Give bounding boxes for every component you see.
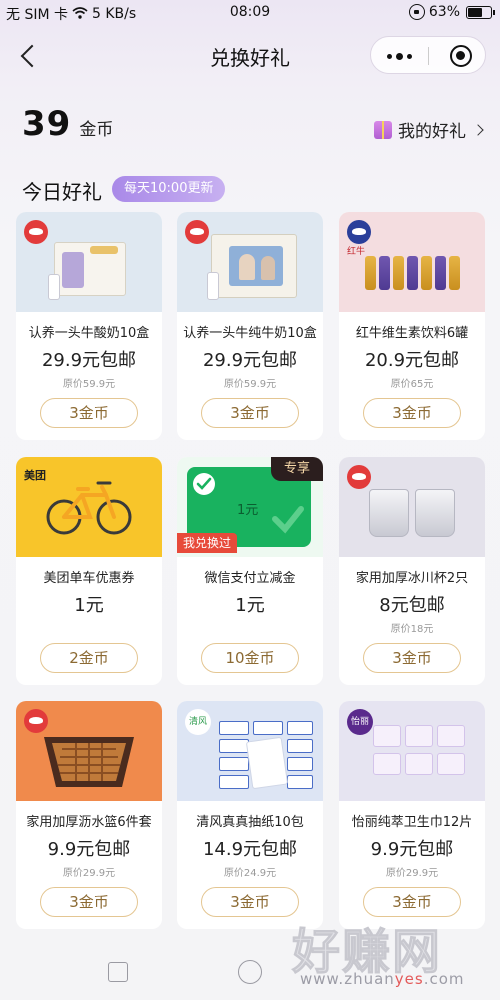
my-gifts-label: 我的好礼 — [398, 122, 466, 142]
product-image — [339, 457, 485, 557]
product-card[interactable]: 1元 专享 我兑换过 微信支付立减金 1元 10金币 — [177, 457, 323, 685]
nav-bar: 兑换好礼 — [0, 32, 500, 80]
brand-logo-icon — [24, 220, 48, 244]
product-price: 8元包邮 — [379, 595, 445, 616]
redeem-button[interactable]: 3金币 — [363, 643, 461, 673]
redbull-logo-text: 红牛 — [347, 247, 366, 257]
product-price: 9.9元包邮 — [370, 839, 454, 860]
product-original-price: 原价65元 — [390, 379, 434, 390]
exchanged-tag: 我兑换过 — [177, 533, 238, 553]
product-image — [16, 701, 162, 801]
product-image: 红牛 — [339, 212, 485, 312]
voucher-amount: 1元 — [237, 503, 259, 518]
home-button-icon[interactable] — [238, 960, 262, 984]
brand-logo-icon — [347, 465, 371, 489]
redeem-button[interactable]: 3金币 — [40, 887, 138, 917]
battery-percent: 63% — [428, 4, 460, 20]
exclusive-tag: 专享 — [271, 457, 323, 481]
battery-icon — [466, 5, 495, 19]
product-original-price: 原价59.9元 — [223, 379, 277, 390]
miniapp-capsule — [370, 36, 486, 74]
target-circle-icon[interactable] — [450, 45, 472, 67]
watermark-url-suffix: .com — [423, 970, 465, 988]
redeem-button[interactable]: 3金币 — [363, 398, 461, 428]
product-price: 29.9元包邮 — [202, 350, 298, 371]
redeem-button[interactable]: 3金币 — [40, 398, 138, 428]
coin-unit: 金币 — [79, 120, 114, 140]
brand-logo-icon — [185, 220, 209, 244]
basket-icon — [44, 737, 134, 787]
redeem-button[interactable]: 3金币 — [201, 398, 299, 428]
product-name: 美团单车优惠券 — [43, 571, 135, 586]
whisper-logo: 怡丽 — [347, 709, 373, 735]
product-name: 红牛维生素饮料6罐 — [355, 326, 469, 341]
capsule-divider — [428, 47, 429, 65]
product-name: 认养一头牛纯牛奶10盒 — [183, 326, 317, 341]
product-card[interactable]: 认养一头牛酸奶10盒 29.9元包邮 原价59.9元 3金币 — [16, 212, 162, 440]
recent-apps-icon[interactable] — [108, 962, 128, 982]
brand-logo-icon — [347, 220, 371, 244]
product-image: 1元 专享 我兑换过 — [177, 457, 323, 557]
section-title: 今日好礼 — [22, 180, 102, 204]
product-original-price: 原价29.9元 — [385, 868, 439, 879]
product-image — [16, 212, 162, 312]
product-image: 清风 — [177, 701, 323, 801]
product-image: 怡丽 — [339, 701, 485, 801]
product-image — [177, 212, 323, 312]
product-card[interactable]: 认养一头牛纯牛奶10盒 29.9元包邮 原价59.9元 3金币 — [177, 212, 323, 440]
product-name: 清风真真抽纸10包 — [196, 815, 304, 830]
bicycle-icon — [46, 481, 132, 535]
product-image: 美团 — [16, 457, 162, 557]
product-price: 1元 — [235, 595, 265, 616]
product-price: 14.9元包邮 — [202, 839, 298, 860]
product-original-price: 原价29.9元 — [62, 868, 116, 879]
coin-amount: 39 — [22, 104, 72, 144]
redeem-button[interactable]: 10金币 — [201, 643, 299, 673]
product-name: 家用加厚沥水篮6件套 — [26, 815, 152, 830]
chevron-right-icon — [472, 123, 484, 136]
product-card[interactable]: 家用加厚沥水篮6件套 9.9元包邮 原价29.9元 3金币 — [16, 701, 162, 929]
status-right: 63% — [408, 4, 495, 20]
product-name: 怡丽纯萃卫生巾12片 — [351, 815, 473, 830]
product-price: 29.9元包邮 — [41, 350, 137, 371]
product-name: 家用加厚冰川杯2只 — [355, 571, 469, 586]
watermark-url: www.zhuanyes.com — [300, 970, 465, 988]
qingfeng-logo: 清风 — [185, 709, 211, 735]
product-price: 20.9元包邮 — [364, 350, 460, 371]
rotation-lock-icon — [408, 4, 425, 20]
status-bar: 无 SIM 卡 5 KB/s 08:09 63% — [0, 0, 500, 26]
product-card[interactable]: 红牛 红牛维生素饮料6罐 20.9元包邮 原价65元 3金币 — [339, 212, 485, 440]
product-price: 1元 — [74, 595, 104, 616]
product-original-price: 原价24.9元 — [223, 868, 277, 879]
product-card[interactable]: 美团 美团单车优惠券 1元 2金币 — [16, 457, 162, 685]
gift-icon — [374, 120, 392, 139]
product-name: 认养一头牛酸奶10盒 — [28, 326, 150, 341]
watermark-url-highlight: yes — [394, 970, 424, 988]
product-card[interactable]: 清风 清风真真抽纸10包 14.9元包邮 原价24.9元 3金币 — [177, 701, 323, 929]
update-badge: 每天10:00更新 — [112, 176, 226, 202]
more-dots-icon[interactable] — [385, 48, 415, 64]
coin-balance: 39 金币 — [22, 104, 113, 144]
product-card[interactable]: 怡丽 怡丽纯萃卫生巾12片 9.9元包邮 原价29.9元 3金币 — [339, 701, 485, 929]
product-original-price: 原价59.9元 — [62, 379, 116, 390]
product-price: 9.9元包邮 — [47, 839, 131, 860]
product-name: 微信支付立减金 — [204, 571, 296, 586]
redeem-button[interactable]: 2金币 — [40, 643, 138, 673]
product-original-price: 原价18元 — [390, 624, 434, 635]
site-watermark: 好赚网 www.zhuanyes.com — [291, 912, 492, 996]
redeem-button[interactable]: 3金币 — [201, 887, 299, 917]
watermark-url-prefix: www.zhuan — [300, 970, 395, 988]
my-gifts-link[interactable]: 我的好礼 — [374, 117, 484, 142]
product-card[interactable]: 家用加厚冰川杯2只 8元包邮 原价18元 3金币 — [339, 457, 485, 685]
